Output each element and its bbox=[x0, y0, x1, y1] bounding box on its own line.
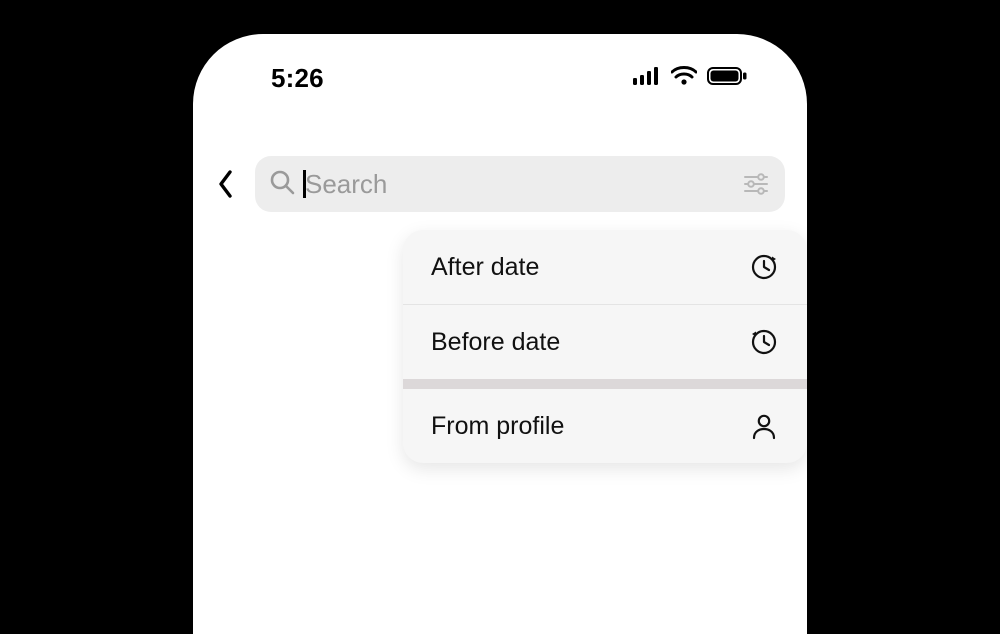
status-icons bbox=[633, 66, 747, 91]
menu-item-label: From profile bbox=[431, 412, 564, 441]
menu-item-label: After date bbox=[431, 253, 539, 282]
status-time: 5:26 bbox=[271, 63, 324, 94]
chevron-left-icon bbox=[218, 170, 234, 198]
menu-section-separator bbox=[403, 379, 807, 389]
phone-frame: 5:26 bbox=[193, 34, 807, 634]
filter-button[interactable] bbox=[741, 169, 771, 199]
back-button[interactable] bbox=[211, 165, 241, 203]
text-cursor bbox=[303, 170, 306, 198]
status-bar: 5:26 bbox=[193, 58, 807, 98]
wifi-icon bbox=[671, 66, 697, 91]
clock-forward-icon bbox=[749, 252, 779, 282]
menu-item-from-profile[interactable]: From profile bbox=[403, 389, 807, 463]
battery-icon bbox=[707, 67, 747, 90]
search-icon bbox=[269, 169, 295, 200]
sliders-icon bbox=[743, 173, 769, 195]
search-input[interactable]: Search bbox=[255, 156, 785, 212]
search-row: Search bbox=[211, 156, 785, 212]
menu-item-label: Before date bbox=[431, 328, 560, 357]
cellular-icon bbox=[633, 67, 661, 90]
person-icon bbox=[749, 411, 779, 441]
filter-dropdown: After date Before date F bbox=[403, 230, 807, 463]
search-placeholder: Search bbox=[305, 169, 387, 200]
clock-back-icon bbox=[749, 327, 779, 357]
menu-item-before-date[interactable]: Before date bbox=[403, 305, 807, 379]
menu-item-after-date[interactable]: After date bbox=[403, 230, 807, 304]
